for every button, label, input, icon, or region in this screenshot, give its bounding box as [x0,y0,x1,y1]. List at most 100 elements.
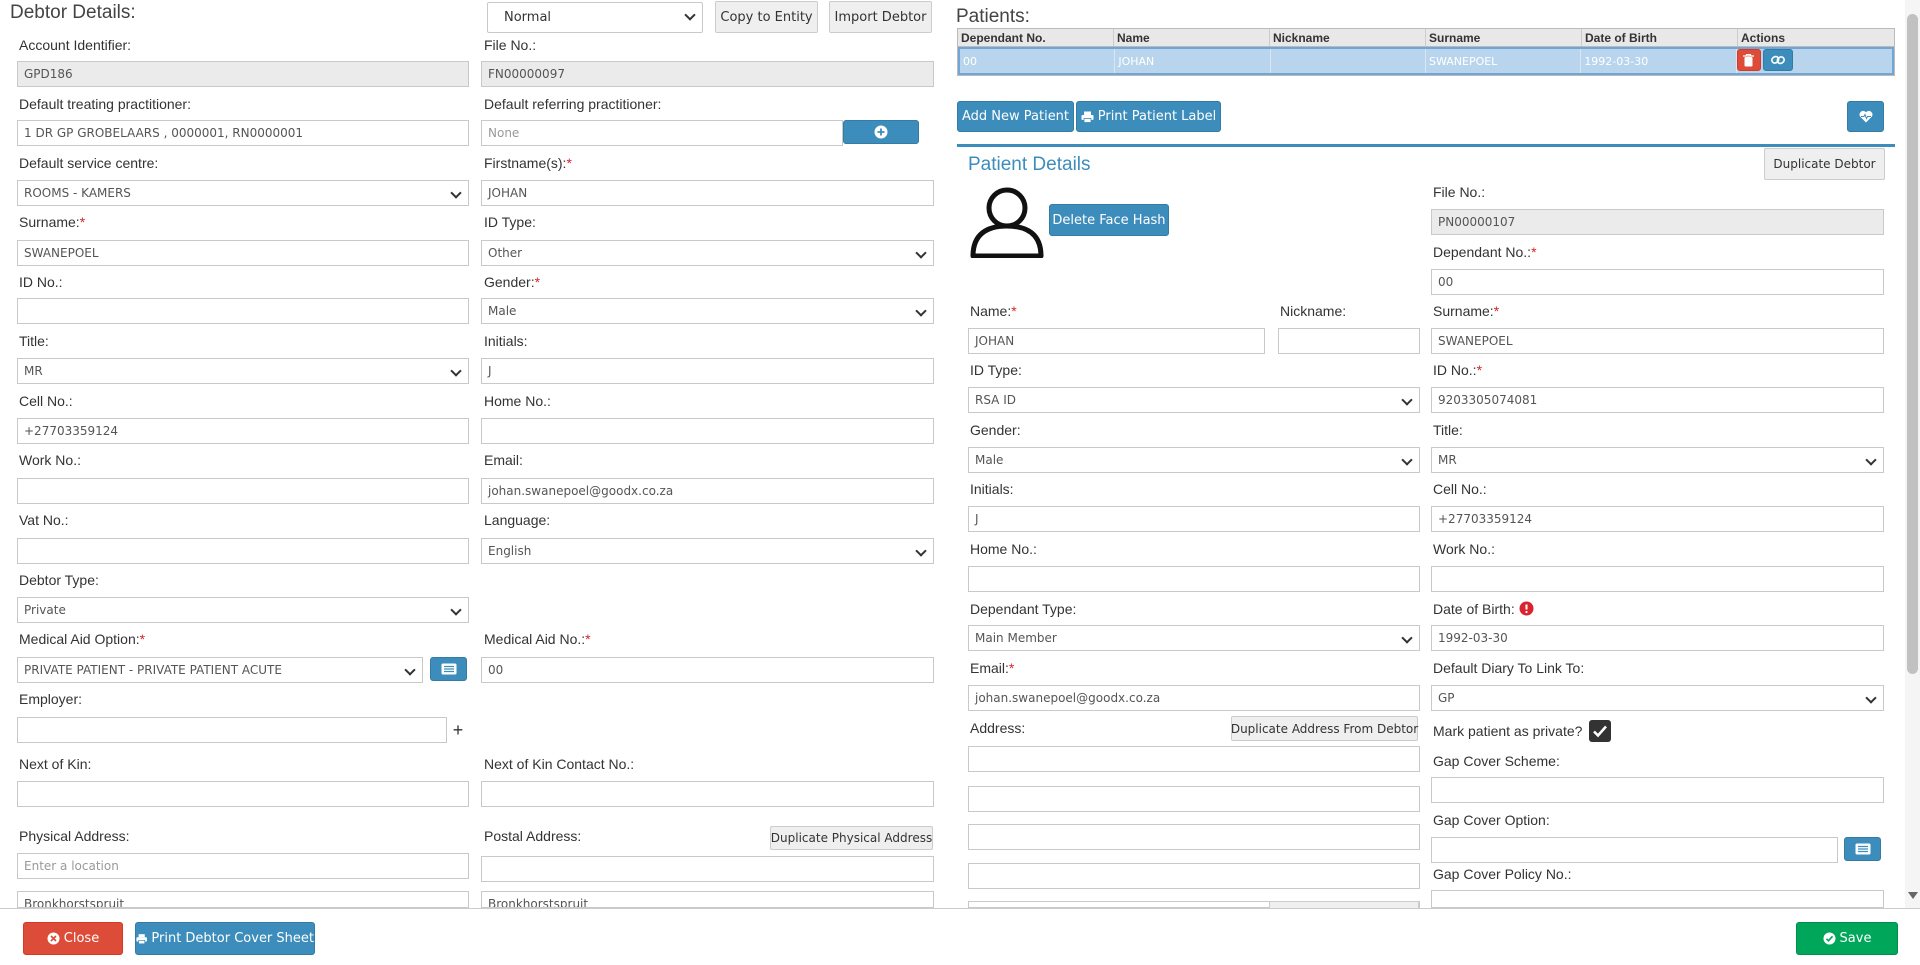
gender-select[interactable]: Male [481,298,934,324]
physical-address-line2-field[interactable]: Bronkhorstspruit [17,891,469,908]
required-marker: * [1008,660,1015,676]
id-no-field[interactable] [17,298,469,324]
work-no-field[interactable] [17,478,469,504]
gap-cover-policy-field[interactable] [1431,890,1884,908]
referring-practitioner-field[interactable]: None [481,120,843,146]
patient-email-label-text: Email: [970,660,1009,676]
close-button[interactable]: Close [23,922,123,955]
physical-address-field[interactable]: Enter a location [17,853,469,879]
scrollbar-thumb[interactable] [1907,14,1918,674]
debtor-file-no-label: File No.: [484,37,537,53]
patient-details-top-border [957,144,1895,147]
add-referring-practitioner-button[interactable] [843,120,919,144]
patient-name-field[interactable]: JOHAN [968,328,1265,354]
firstnames-field[interactable]: JOHAN [481,180,934,206]
title-select[interactable]: MR [17,358,469,384]
language-select[interactable]: English [481,538,934,564]
patient-surname-field[interactable]: SWANEPOEL [1431,328,1884,354]
patients-table: Dependant No. Name Nickname Surname Date… [957,28,1895,76]
patient-file-no-field[interactable]: PN00000107 [1431,209,1884,235]
print-patient-label-button[interactable]: Print Patient Label [1076,101,1221,132]
home-no-field[interactable] [481,418,934,444]
import-debtor-button[interactable]: Import Debtor [829,1,932,33]
delete-patient-button[interactable] [1736,49,1761,71]
initials-field[interactable]: J [481,358,934,384]
medical-aid-no-label: Medical Aid No.:* [484,631,591,647]
table-row[interactable]: 00 JOHAN SWANEPOEL 1992-03-30 [958,47,1894,75]
print-debtor-cover-sheet-button[interactable]: Print Debtor Cover Sheet [135,922,315,955]
vat-no-field[interactable] [17,538,469,564]
mark-private-checkbox[interactable] [1589,720,1611,742]
link-patient-button[interactable] [1762,49,1793,71]
patient-initials-field[interactable]: J [968,506,1420,532]
patient-address-line1-field[interactable] [968,746,1420,772]
firstnames-label-text: Firstname(s): [484,155,567,171]
patient-title-select[interactable]: MR [1431,447,1884,473]
add-employer-plus-icon[interactable]: + [447,717,469,743]
alert-circle-icon[interactable] [1519,601,1534,616]
add-new-patient-button[interactable]: Add New Patient [957,101,1074,132]
dependant-no-field[interactable]: 00 [1431,269,1884,295]
duplicate-physical-address-button[interactable]: Duplicate Physical Address [770,826,933,850]
duplicate-address-from-debtor-button[interactable]: Duplicate Address From Debtor [1231,716,1418,741]
patient-id-no-label: ID No.:* [1433,362,1482,378]
patient-cell-no-label: Cell No.: [1433,481,1487,497]
treating-practitioner-field[interactable]: 1 DR GP GROBELAARS , 0000001, RN0000001 [17,120,469,146]
gap-cover-scheme-field[interactable] [1431,777,1884,803]
scroll-down-arrow-icon[interactable] [1908,892,1918,899]
cell-no-field[interactable]: +27703359124 [17,418,469,444]
language-label: Language: [484,512,551,528]
patient-email-field[interactable]: johan.swanepoel@goodx.co.za [968,685,1420,711]
gender-label-text: Gender: [484,274,535,290]
patient-id-no-field[interactable]: 9203305074081 [1431,387,1884,413]
patient-nickname-field[interactable] [1278,328,1420,354]
patient-home-no-field[interactable] [968,566,1420,592]
patient-address-line3-field[interactable] [968,824,1420,850]
patient-work-no-field[interactable] [1431,566,1884,592]
patient-gender-select[interactable]: Male [968,447,1420,473]
gap-cover-list-button[interactable] [1844,837,1881,861]
service-centre-label: Default service centre: [19,155,159,171]
debtor-type-label: Debtor Type: [19,572,99,588]
cell-dependant-no: 00 [960,49,1116,73]
patient-id-type-select[interactable]: RSA ID [968,387,1420,413]
medical-aid-no-label-text: Medical Aid No.: [484,631,586,647]
medical-aid-no-field[interactable]: 00 [481,657,934,683]
debtor-type-select[interactable]: Private [17,597,469,623]
duplicate-debtor-button[interactable]: Duplicate Debtor [1764,148,1885,180]
default-diary-select[interactable]: GP [1431,685,1884,711]
required-marker: * [1531,244,1537,260]
list-icon [441,663,456,675]
column-header: Surname [1426,29,1582,46]
email-field[interactable]: johan.swanepoel@goodx.co.za [481,478,934,504]
medical-aid-list-button[interactable] [430,657,467,681]
debtor-file-no-field[interactable]: FN00000097 [481,61,934,87]
medical-aid-option-select[interactable]: PRIVATE PATIENT - PRIVATE PATIENT ACUTE [17,657,423,683]
employer-field[interactable] [17,717,447,743]
postal-address-field[interactable] [481,856,934,882]
gap-cover-option-field[interactable] [1431,837,1838,863]
heart-button[interactable] [1847,101,1884,132]
mode-select[interactable]: Normal [487,2,703,33]
surname-field[interactable]: SWANEPOEL [17,240,469,266]
print-cover-sheet-text: Print Debtor Cover Sheet [151,931,314,946]
id-type-select[interactable]: Other [481,240,934,266]
patient-address-line2-field[interactable] [968,786,1420,812]
next-of-kin-field[interactable] [17,781,469,807]
partial-button[interactable] [1269,901,1419,908]
dependant-type-select[interactable]: Main Member [968,625,1420,651]
date-of-birth-field[interactable]: 1992-03-30 [1431,625,1884,651]
copy-to-entity-button[interactable]: Copy to Entity [715,1,818,33]
postal-address-line2-field[interactable]: Bronkhorstspruit [481,891,934,908]
next-of-kin-contact-field[interactable] [481,781,934,807]
link-icon [1770,55,1785,65]
vat-no-label: Vat No.: [19,512,69,528]
required-marker: * [585,631,591,647]
save-button[interactable]: Save [1796,922,1898,955]
delete-face-hash-button[interactable]: Delete Face Hash [1049,204,1169,236]
patient-cell-no-field[interactable]: +27703359124 [1431,506,1884,532]
account-identifier-field[interactable]: GPD186 [17,61,469,87]
service-centre-select[interactable]: ROOMS - KAMERS [17,180,469,206]
patients-heading: Patients: [956,6,1030,27]
patient-address-line4-field[interactable] [968,863,1420,889]
